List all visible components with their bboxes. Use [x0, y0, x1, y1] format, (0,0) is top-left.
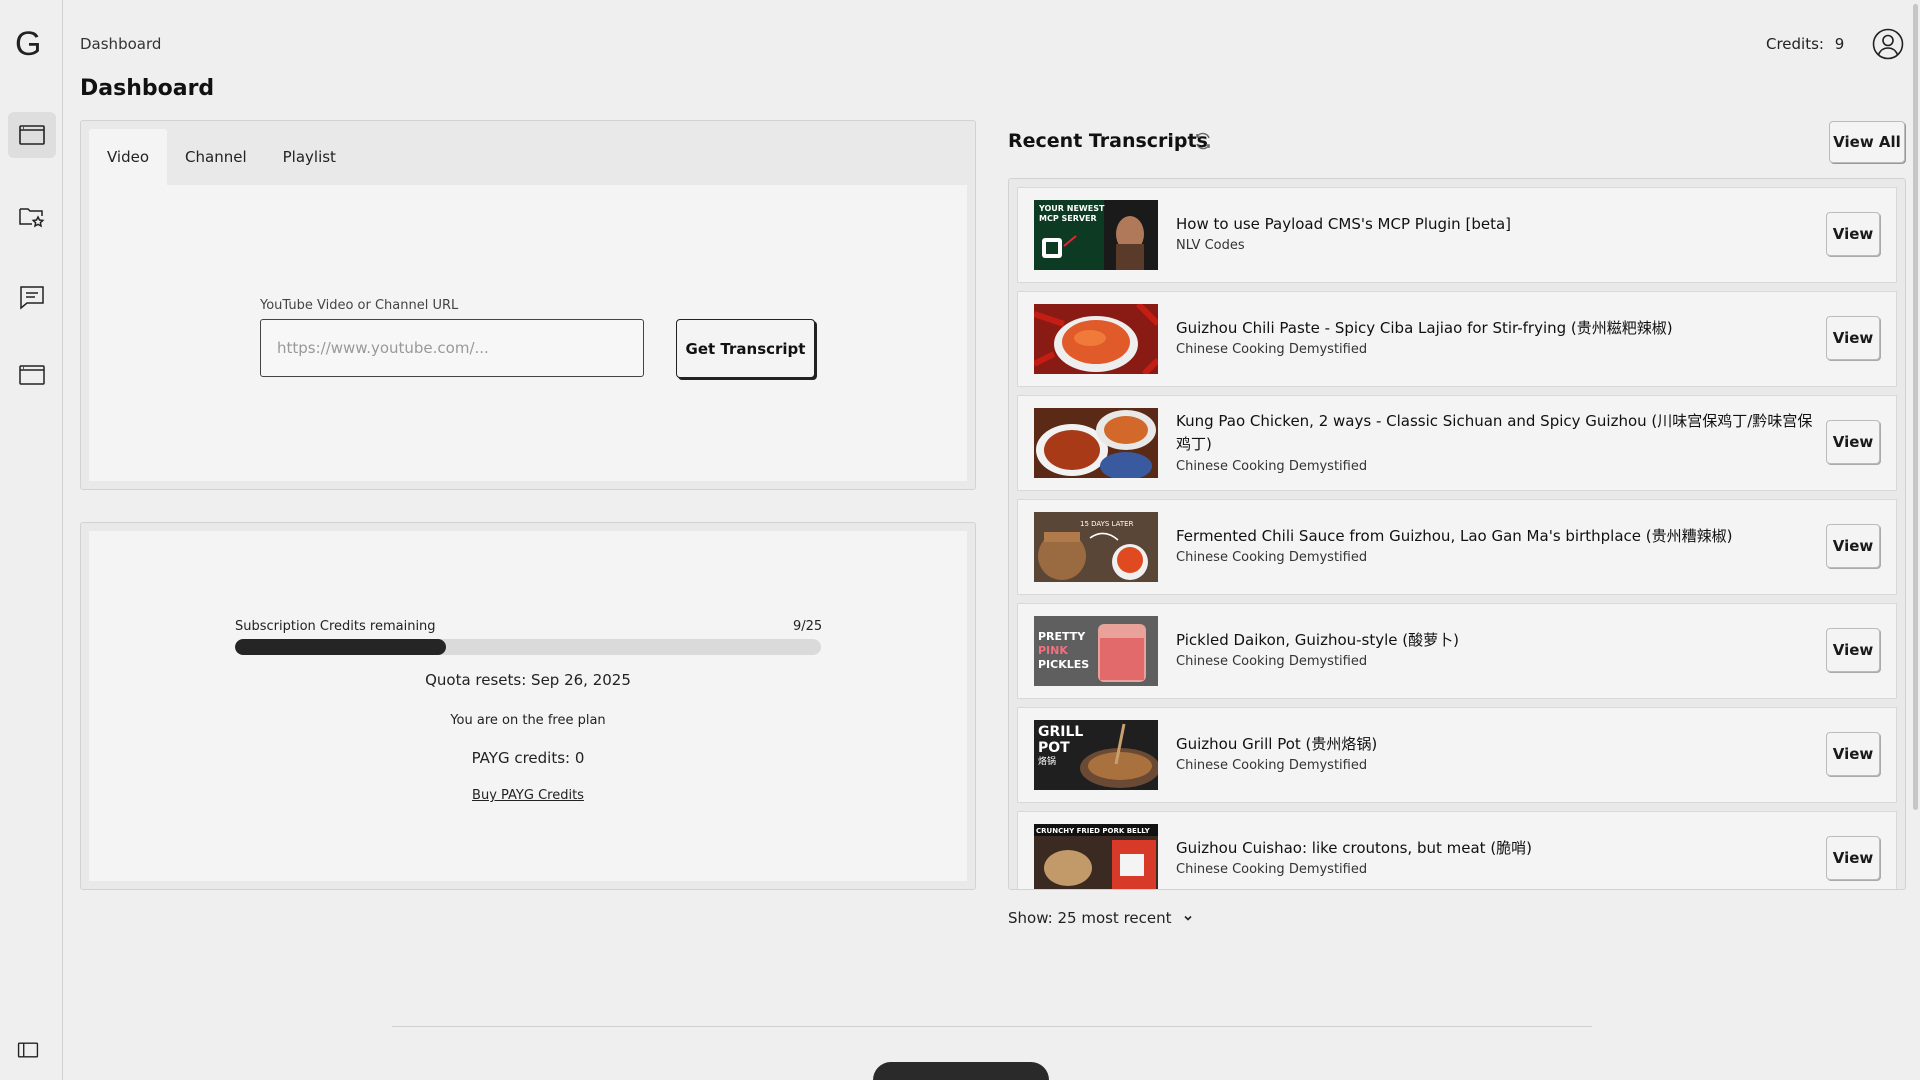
- transcript-title[interactable]: Pickled Daikon, Guizhou-style (酸萝卜): [1176, 629, 1826, 652]
- window-icon: [19, 365, 45, 385]
- credits-progress-bar: [235, 639, 821, 655]
- view-button[interactable]: View: [1826, 316, 1880, 360]
- transcript-input-panel: Video Channel Playlist YouTube Video or …: [80, 120, 976, 490]
- source-tabs: Video Channel Playlist: [89, 129, 354, 185]
- transcript-title[interactable]: Guizhou Chili Paste - Spicy Ciba Lajiao …: [1176, 317, 1826, 340]
- sidebar-item-browser[interactable]: [8, 352, 56, 398]
- subscription-credits-label: Subscription Credits remaining: [235, 619, 436, 634]
- credits-value: 9: [1834, 35, 1845, 53]
- svg-text:CRUNCHY FRIED PORK BELLY: CRUNCHY FRIED PORK BELLY: [1036, 827, 1151, 835]
- list-item: PRETTY PINK PICKLES Pickled Daikon, Guiz…: [1017, 603, 1897, 699]
- transcript-title[interactable]: Guizhou Grill Pot (贵州烙锅): [1176, 733, 1826, 756]
- transcript-title[interactable]: How to use Payload CMS's MCP Plugin [bet…: [1176, 213, 1826, 236]
- view-button[interactable]: View: [1826, 628, 1880, 672]
- show-count-label: Show: 25 most recent: [1008, 909, 1172, 927]
- sidebar-item-dashboard[interactable]: [8, 112, 56, 158]
- folder-star-icon: [19, 208, 45, 228]
- transcript-channel: Chinese Cooking Demystified: [1176, 758, 1368, 773]
- video-thumbnail[interactable]: [1034, 408, 1158, 478]
- transcript-title[interactable]: Fermented Chili Sauce from Guizhou, Lao …: [1176, 525, 1826, 548]
- video-thumbnail[interactable]: 15 DAYS LATER: [1034, 512, 1158, 582]
- credits-panel: Subscription Credits remaining 9/25 Quot…: [80, 522, 976, 890]
- video-thumbnail[interactable]: YOUR NEWEST MCP SERVER: [1034, 200, 1158, 270]
- page-title: Dashboard: [80, 76, 215, 101]
- refresh-icon[interactable]: [1193, 131, 1213, 151]
- url-input[interactable]: [260, 319, 644, 377]
- list-item: Guizhou Chili Paste - Spicy Ciba Lajiao …: [1017, 291, 1897, 387]
- list-item: Kung Pao Chicken, 2 ways - Classic Sichu…: [1017, 395, 1897, 491]
- view-button[interactable]: View: [1826, 732, 1880, 776]
- view-button[interactable]: View: [1826, 836, 1880, 880]
- view-all-button[interactable]: View All: [1829, 121, 1905, 163]
- svg-text:烙锅: 烙锅: [1038, 755, 1056, 767]
- list-item: YOUR NEWEST MCP SERVER How to use Payloa…: [1017, 187, 1897, 283]
- credits-label: Credits:: [1766, 35, 1824, 53]
- video-thumbnail[interactable]: CRUNCHY FRIED PORK BELLY: [1034, 824, 1158, 889]
- recent-transcripts-title: Recent Transcripts: [1008, 130, 1208, 152]
- view-button[interactable]: View: [1826, 420, 1880, 464]
- svg-text:GRILL: GRILL: [1038, 724, 1083, 740]
- sidebar-toggle-icon: [17, 1042, 39, 1058]
- svg-text:YOUR NEWEST: YOUR NEWEST: [1038, 204, 1105, 213]
- plan-text: You are on the free plan: [450, 713, 606, 728]
- svg-text:PICKLES: PICKLES: [1038, 658, 1089, 671]
- svg-text:15 DAYS LATER: 15 DAYS LATER: [1080, 520, 1134, 528]
- subscription-credits-count: 9/25: [793, 619, 823, 634]
- tab-video[interactable]: Video: [89, 129, 168, 185]
- window-icon: [19, 125, 45, 145]
- show-count-select[interactable]: Show: 25 most recent: [1008, 909, 1194, 927]
- view-button[interactable]: View: [1826, 212, 1880, 256]
- footer-divider: [392, 1026, 1592, 1027]
- transcript-channel: Chinese Cooking Demystified: [1176, 550, 1368, 565]
- payg-credits-text: PAYG credits: 0: [471, 749, 585, 767]
- svg-text:PINK: PINK: [1038, 644, 1068, 657]
- tab-playlist[interactable]: Playlist: [265, 129, 354, 185]
- credits-panel-body: Subscription Credits remaining 9/25: [89, 531, 967, 881]
- list-item: 15 DAYS LATER Fermented Chili Sauce from…: [1017, 499, 1897, 595]
- video-thumbnail[interactable]: [1034, 304, 1158, 374]
- sidebar-item-favorites[interactable]: [8, 193, 56, 239]
- sidebar-item-messages[interactable]: [8, 274, 56, 320]
- credits-progress-fill: [235, 639, 446, 655]
- get-transcript-button[interactable]: Get Transcript: [676, 319, 815, 378]
- transcript-channel: Chinese Cooking Demystified: [1176, 654, 1368, 669]
- svg-text:MCP SERVER: MCP SERVER: [1039, 214, 1097, 223]
- video-thumbnail[interactable]: PRETTY PINK PICKLES: [1034, 616, 1158, 686]
- tab-channel[interactable]: Channel: [167, 129, 265, 185]
- tab-content: YouTube Video or Channel URL Get Transcr…: [89, 185, 967, 481]
- transcript-title[interactable]: Kung Pao Chicken, 2 ways - Classic Sichu…: [1176, 410, 1826, 456]
- list-item: GRILL POT 烙锅 Guizhou Grill Pot (贵州烙锅) Ch…: [1017, 707, 1897, 803]
- transcript-title[interactable]: Guizhou Cuishao: like croutons, but meat…: [1176, 837, 1826, 860]
- breadcrumb[interactable]: Dashboard: [80, 35, 161, 53]
- list-item: CRUNCHY FRIED PORK BELLY Guizhou Cuishao…: [1017, 811, 1897, 889]
- svg-text:POT: POT: [1038, 740, 1070, 756]
- message-icon: [20, 286, 44, 310]
- buy-payg-credits-link[interactable]: Buy PAYG Credits: [89, 788, 967, 803]
- user-avatar-icon[interactable]: [1872, 28, 1904, 60]
- transcript-channel: Chinese Cooking Demystified: [1176, 342, 1368, 357]
- page-scrollbar-thumb[interactable]: [1913, 4, 1918, 810]
- quota-reset-text: Quota resets: Sep 26, 2025: [425, 671, 631, 689]
- transcript-channel: Chinese Cooking Demystified: [1176, 459, 1368, 474]
- chevron-down-icon: [1183, 915, 1192, 921]
- recent-transcripts-list: YOUR NEWEST MCP SERVER How to use Payloa…: [1008, 178, 1906, 890]
- transcript-channel: NLV Codes: [1176, 238, 1245, 253]
- view-button[interactable]: View: [1826, 524, 1880, 568]
- sidebar-toggle-button[interactable]: [6, 1028, 50, 1072]
- app-logo[interactable]: G: [15, 24, 49, 64]
- svg-text:PRETTY: PRETTY: [1038, 630, 1086, 643]
- transcript-channel: Chinese Cooking Demystified: [1176, 862, 1368, 877]
- floating-toolbar[interactable]: [873, 1062, 1049, 1080]
- credits-indicator: Credits: 9: [1766, 35, 1844, 53]
- sidebar: G: [0, 0, 63, 1080]
- url-field-label: YouTube Video or Channel URL: [260, 298, 459, 313]
- video-thumbnail[interactable]: GRILL POT 烙锅: [1034, 720, 1158, 790]
